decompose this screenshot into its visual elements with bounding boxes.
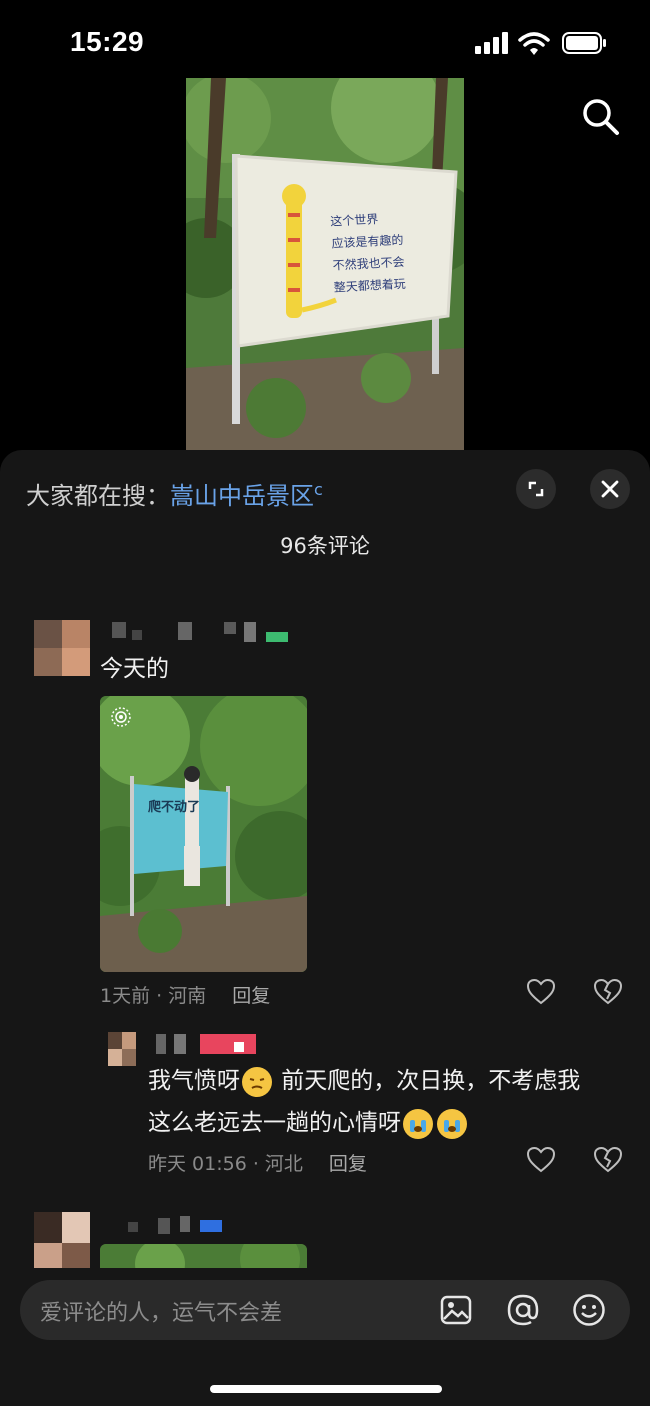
photo-scene [100, 696, 307, 972]
reply-text-c: 这么老远去一趟的心情呀 [148, 1110, 401, 1136]
reply-text: 我气愤呀 前天爬的，次日换，不考虑我 这么老远去一趟的心情呀 [148, 1060, 628, 1144]
comment-text: 今天的 [100, 656, 169, 682]
reply-button[interactable]: 回复 [329, 1153, 367, 1175]
video-thumbnail[interactable]: 这个世界 应该是有趣的 不然我也不会 整天都想着玩 [186, 78, 464, 450]
username-blurred[interactable] [108, 1216, 228, 1236]
comment-meta: 1天前 · 河南 回复 [100, 981, 270, 1008]
like-icon[interactable] [527, 979, 555, 1005]
image-icon[interactable] [440, 1294, 472, 1326]
reply-text-a: 我气愤呀 [148, 1068, 240, 1094]
expand-icon [528, 481, 544, 497]
status-time: 15:29 [70, 26, 145, 57]
close-icon [601, 480, 619, 498]
signal-icon [475, 32, 508, 54]
hot-search[interactable]: 大家都在搜：嵩山中岳景区𝖼 [26, 476, 323, 511]
reply-meta: 昨天 01:56 · 河北 回复 [148, 1149, 367, 1176]
comment-photo[interactable]: 爬不动了 [100, 696, 307, 972]
comment-input[interactable]: 爱评论的人，运气不会差 [20, 1280, 630, 1340]
avatar[interactable] [34, 620, 90, 676]
reply-button[interactable]: 回复 [232, 985, 270, 1007]
mention-icon[interactable] [506, 1293, 540, 1327]
comment-count: 96条评论 [280, 534, 370, 558]
search-small-icon: 𝖼 [314, 480, 323, 499]
status-bar: 15:29 [0, 0, 650, 80]
dislike-icon[interactable] [594, 1147, 622, 1173]
dislike-icon[interactable] [594, 979, 622, 1005]
expand-button[interactable] [516, 469, 556, 509]
emoji-icon[interactable] [572, 1293, 606, 1327]
close-button[interactable] [590, 469, 630, 509]
avatar[interactable] [34, 1212, 90, 1274]
search-icon[interactable] [580, 96, 622, 138]
photo-sign-title: 爬不动了 [148, 800, 201, 815]
username-blurred[interactable] [152, 1034, 262, 1056]
username-blurred[interactable] [108, 622, 288, 642]
home-indicator[interactable] [210, 1385, 442, 1393]
comments-panel [0, 450, 650, 1406]
angry-emoji-icon [242, 1066, 272, 1097]
sign-text: 这个世界 应该是有趣的 不然我也不会 整天都想着玩 [330, 205, 434, 298]
time-location: 昨天 01:56 · 河北 [148, 1153, 303, 1175]
reply-text-b: 前天爬的，次日换，不考虑我 [274, 1068, 581, 1094]
time-location: 1天前 · 河南 [100, 985, 207, 1007]
crying-emoji-icon [403, 1108, 433, 1139]
hot-search-keyword[interactable]: 嵩山中岳景区 [170, 482, 314, 510]
like-icon[interactable] [527, 1147, 555, 1173]
avatar[interactable] [108, 1032, 136, 1066]
hot-search-prefix: 大家都在搜： [26, 482, 170, 510]
wifi-icon [518, 32, 550, 55]
battery-icon [562, 32, 606, 54]
comment-input-placeholder: 爱评论的人，运气不会差 [40, 1301, 283, 1326]
crying-emoji-icon [437, 1108, 467, 1139]
live-photo-icon [111, 707, 131, 727]
